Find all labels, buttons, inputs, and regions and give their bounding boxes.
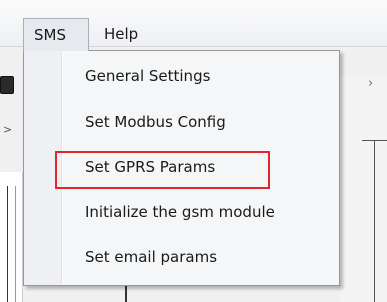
tree-line: [15, 186, 16, 302]
left-panel: [0, 172, 23, 302]
menu-item-label: General Settings: [85, 67, 211, 85]
toolbar-icon[interactable]: [0, 76, 14, 94]
menu-item-label: Initialize the gsm module: [85, 203, 275, 221]
highlight-annotation: [55, 151, 270, 189]
toolbar-icon[interactable]: ›: [368, 76, 373, 91]
menu-sms[interactable]: SMS: [23, 18, 89, 51]
menu-item-label: Set email params: [85, 248, 218, 266]
panel-border: [125, 286, 127, 302]
menu-help[interactable]: Help: [104, 25, 138, 43]
menu-item-set-email-params[interactable]: Set email params: [63, 238, 337, 278]
right-panel: [340, 76, 387, 302]
expand-arrow-icon[interactable]: >: [3, 123, 12, 136]
menu-sms-label: SMS: [34, 26, 66, 44]
menu-item-general-settings[interactable]: General Settings: [63, 57, 337, 97]
menu-item-set-modbus-config[interactable]: Set Modbus Config: [63, 103, 337, 143]
menu-item-initialize-gsm-module[interactable]: Initialize the gsm module: [63, 193, 337, 233]
tree-line: [7, 186, 8, 302]
panel-border: [374, 140, 375, 302]
menu-item-label: Set Modbus Config: [85, 113, 226, 131]
